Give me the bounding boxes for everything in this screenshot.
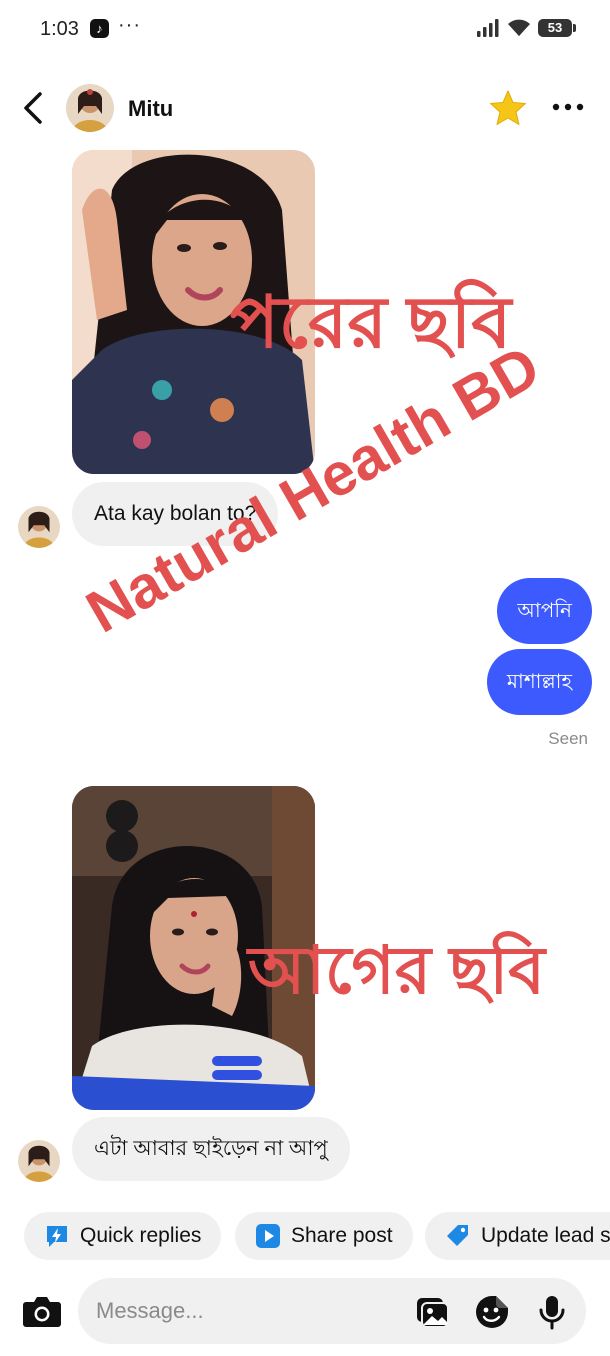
battery-icon: 53 [538, 19, 576, 37]
lightning-icon [44, 1223, 70, 1249]
gallery-icon[interactable] [414, 1294, 450, 1330]
signal-icon [477, 19, 499, 37]
status-indicators: 53 [476, 18, 576, 38]
message-composer [0, 1278, 610, 1344]
play-icon [255, 1223, 281, 1249]
quick-replies-chip[interactable]: Quick replies [24, 1212, 222, 1260]
star-icon[interactable] [488, 88, 528, 128]
wifi-icon [508, 19, 530, 36]
incoming-message-bubble[interactable]: Ata kay bolan to? [72, 482, 279, 546]
chip-label: Share post [291, 1224, 393, 1247]
seen-status: Seen [548, 729, 588, 748]
tiktok-icon: ♪ [90, 19, 109, 38]
incoming-message-bubble[interactable]: এটা আবার ছাইড়েন না আপু [72, 1117, 350, 1181]
status-time: 1:03 [40, 18, 79, 40]
more-notifications-icon: ··· [118, 14, 141, 36]
update-lead-chip[interactable]: Update lead s [425, 1212, 610, 1260]
contact-name[interactable]: Mitu [128, 96, 173, 122]
message-input[interactable] [96, 1278, 396, 1344]
tag-icon [445, 1223, 471, 1249]
quick-actions-bar: Quick replies Share post Update lead s [0, 1212, 610, 1262]
chip-label: Quick replies [80, 1224, 202, 1247]
outgoing-message-bubble[interactable]: আপনি [497, 578, 592, 644]
microphone-icon[interactable] [534, 1294, 570, 1330]
more-options-icon[interactable] [548, 92, 588, 122]
status-bar: 1:03 ♪ ··· 53 [0, 0, 610, 60]
photo-message[interactable] [72, 786, 315, 1110]
chip-label: Update lead s [481, 1224, 610, 1247]
sender-avatar[interactable] [18, 506, 60, 548]
sender-avatar[interactable] [18, 1140, 60, 1182]
sticker-icon[interactable] [474, 1294, 510, 1330]
share-post-chip[interactable]: Share post [235, 1212, 413, 1260]
photo-message[interactable] [72, 150, 315, 474]
chat-header: Mitu [0, 70, 610, 146]
contact-avatar[interactable] [66, 84, 114, 132]
message-field [78, 1278, 586, 1344]
back-arrow-icon[interactable] [18, 90, 50, 126]
outgoing-message-bubble[interactable]: মাশাল্লাহ [486, 649, 592, 715]
camera-icon[interactable] [22, 1294, 62, 1328]
